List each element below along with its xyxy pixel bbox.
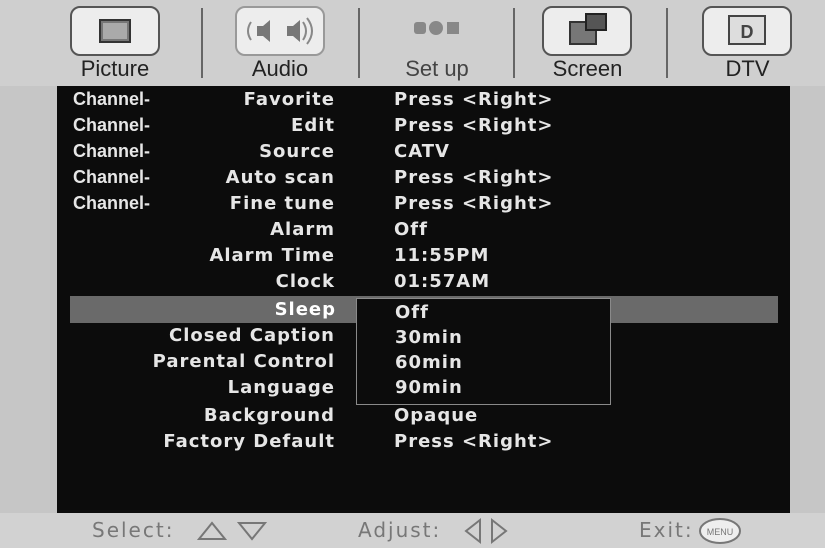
menu-row-alarm[interactable]: Alarm Off: [57, 216, 790, 243]
sleep-option-90min[interactable]: 90min: [395, 376, 463, 400]
setup-menu: Channel- Favorite Press <Right> Channel-…: [57, 86, 790, 513]
menu-button-icon[interactable]: MENU: [695, 516, 745, 546]
svg-text:D: D: [741, 22, 754, 42]
tab-screen[interactable]: Screen: [500, 4, 650, 84]
menu-row-channel-auto-scan[interactable]: Channel- Auto scan Press <Right>: [57, 164, 790, 191]
sleep-option-off[interactable]: Off: [395, 301, 429, 325]
tab-setup[interactable]: Set up: [362, 4, 512, 84]
footer-hints: Select: Adjust: Exit: MENU: [0, 513, 825, 548]
menu-row-background[interactable]: Background Opaque: [57, 402, 790, 429]
tab-dtv[interactable]: D DTV: [660, 4, 810, 84]
picture-icon: [70, 6, 160, 56]
menu-row-clock[interactable]: Clock 01:57AM: [57, 268, 790, 295]
select-hint-label: Select:: [92, 518, 175, 542]
tab-divider: [358, 8, 360, 78]
exit-hint-label: Exit:: [639, 518, 694, 542]
sleep-option-30min[interactable]: 30min: [395, 326, 463, 350]
svg-text:MENU: MENU: [707, 527, 734, 537]
speaker-icon: [235, 6, 325, 56]
tab-divider: [201, 8, 203, 78]
up-down-arrow-icon: [196, 521, 268, 541]
menu-row-channel-favorite[interactable]: Channel- Favorite Press <Right>: [57, 86, 790, 113]
menu-row-factory-default[interactable]: Factory Default Press <Right>: [57, 428, 790, 455]
tab-audio[interactable]: Audio: [205, 4, 355, 84]
menu-row-alarm-time[interactable]: Alarm Time 11:55PM: [57, 242, 790, 269]
setup-icon: [392, 6, 482, 56]
tv-osd-screen: Picture Audio Set up Screen D DTV Channe…: [0, 0, 825, 548]
tab-picture[interactable]: Picture: [40, 4, 190, 84]
screen-icon: [542, 6, 632, 56]
menu-row-channel-edit[interactable]: Channel- Edit Press <Right>: [57, 112, 790, 139]
dtv-icon: D: [702, 6, 792, 56]
menu-row-channel-source[interactable]: Channel- Source CATV: [57, 138, 790, 165]
sleep-option-60min[interactable]: 60min: [395, 351, 463, 375]
sleep-dropdown: Off 30min 60min 90min: [356, 298, 611, 405]
adjust-hint-label: Adjust:: [358, 518, 442, 542]
tab-bar: Picture Audio Set up Screen D DTV: [0, 0, 825, 86]
menu-row-channel-fine-tune[interactable]: Channel- Fine tune Press <Right>: [57, 190, 790, 217]
left-right-arrow-icon: [464, 517, 508, 545]
